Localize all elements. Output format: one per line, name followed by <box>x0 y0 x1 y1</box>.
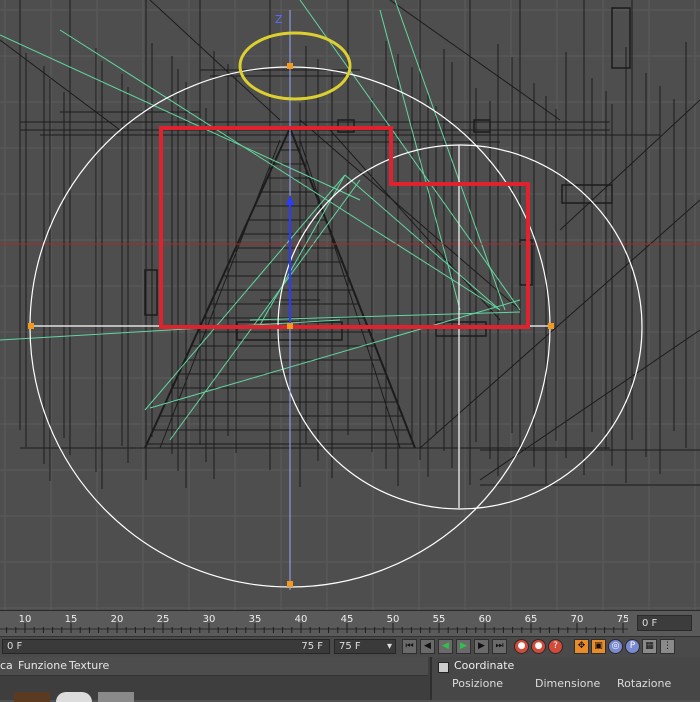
spline-line <box>344 174 501 311</box>
material-manager: ca Funzione Texture <box>0 657 428 702</box>
timeline-ticks: 10 15 20 25 30 35 40 45 50 55 60 65 70 75 <box>0 614 628 633</box>
wire-box <box>144 269 158 316</box>
play-icon: ▶ <box>460 641 467 651</box>
auto-key-icon: ● <box>534 641 543 651</box>
material-menu-bar: ca Funzione Texture <box>0 657 428 676</box>
coordinates-title: Coordinate <box>454 659 515 672</box>
play-backward-icon: ◀ <box>442 641 449 651</box>
wire-line <box>144 127 291 449</box>
key-rotation-button[interactable]: ◎ <box>608 639 623 654</box>
handle-point <box>548 323 554 329</box>
record-button[interactable]: ● <box>514 639 529 654</box>
wire-line <box>419 199 700 449</box>
timeline-range-slider[interactable]: 0 F 75 F <box>2 639 330 654</box>
viewport-grid <box>0 0 700 610</box>
dots-icon: ⋮ <box>663 641 672 651</box>
rotate-icon: ◎ <box>611 641 620 651</box>
column-rotazione: Rotazione <box>617 677 672 690</box>
timeline-tick-label: 40 <box>295 614 308 625</box>
menu-item-texture[interactable]: Texture <box>69 659 109 672</box>
end-frame-value: 75 F <box>301 641 323 652</box>
material-swatch[interactable] <box>56 692 92 702</box>
wire-line <box>479 329 700 481</box>
timeline-tick-label: 70 <box>571 614 584 625</box>
column-posizione: Posizione <box>452 677 504 690</box>
parameter-icon: P <box>629 641 636 651</box>
start-frame-value: 0 F <box>7 641 23 652</box>
timeline-tick-label: 10 <box>19 614 32 625</box>
material-swatch[interactable] <box>14 692 50 702</box>
playback-bar: 0 F 75 F 75 F ▾ ⏮ ◀ ◀ ▶ ▶ ⏭ ● ● ? ✥ ▣ ◎ … <box>0 636 700 657</box>
menu-item-funzione[interactable]: Funzione <box>18 659 67 672</box>
timeline-options-button[interactable]: ⋮ <box>660 639 675 654</box>
z-axis-arrow <box>286 195 294 205</box>
key-point-level-button[interactable]: ▦ <box>642 639 657 654</box>
key-scale-button[interactable]: ▣ <box>591 639 606 654</box>
timeline-tick-label: 50 <box>387 614 400 625</box>
timeline-ruler[interactable]: 10 15 20 25 30 35 40 45 50 55 60 65 70 75 0 F <box>0 610 700 637</box>
spline-line <box>144 174 346 411</box>
go-to-start-button[interactable]: ⏮ <box>402 639 417 654</box>
play-forward-button[interactable]: ▶ <box>456 639 471 654</box>
play-backward-button[interactable]: ◀ <box>438 639 453 654</box>
menu-item-file[interactable]: ca <box>0 659 13 672</box>
help-icon: ? <box>553 641 558 651</box>
handle-point <box>287 323 293 329</box>
3d-viewport[interactable]: Z <box>0 0 700 610</box>
move-icon: ✥ <box>577 641 586 651</box>
coordinates-panel: Coordinate Posizione Dimensione Rotazion… <box>430 657 700 700</box>
go-to-end-button[interactable]: ⏭ <box>492 639 507 654</box>
chevron-down-icon: ▾ <box>386 641 392 652</box>
previous-key-button[interactable]: ◀ <box>420 639 435 654</box>
highlight-ellipse <box>238 31 352 101</box>
record-icon: ● <box>517 641 526 651</box>
current-frame-value: 0 F <box>642 618 658 629</box>
spline-line <box>59 29 501 311</box>
timeline-tick-label: 25 <box>157 614 170 625</box>
timeline-tick-label: 65 <box>525 614 538 625</box>
timeline-tick-label: 35 <box>249 614 262 625</box>
scale-icon: ▣ <box>594 641 603 651</box>
skip-forward-icon: ⏭ <box>495 641 504 651</box>
step-forward-icon: ▶ <box>478 641 485 651</box>
material-swatch[interactable] <box>98 692 134 702</box>
z-axis-label: Z <box>275 13 283 26</box>
timeline-tick-label: 55 <box>433 614 446 625</box>
timeline-tick-label: 20 <box>111 614 124 625</box>
wire-box <box>611 7 631 69</box>
key-position-button[interactable]: ✥ <box>574 639 589 654</box>
bottom-panels: ca Funzione Texture Coordinate Posizione… <box>0 657 700 702</box>
wire-line <box>559 99 700 231</box>
timeline-tick-label: 45 <box>341 614 354 625</box>
coordinates-checkbox[interactable] <box>438 662 449 673</box>
column-dimensione: Dimensione <box>535 677 601 690</box>
timeline-tick-label: 30 <box>203 614 216 625</box>
handle-point <box>287 63 293 69</box>
next-key-button[interactable]: ▶ <box>474 639 489 654</box>
step-back-icon: ◀ <box>424 641 431 651</box>
timeline-tick-label: 15 <box>65 614 78 625</box>
handle-point <box>287 581 293 587</box>
max-frame-field[interactable]: 75 F ▾ <box>334 639 396 654</box>
spline-line <box>299 0 521 311</box>
current-frame-field[interactable]: 0 F <box>637 615 692 631</box>
max-frame-value: 75 F <box>339 641 361 652</box>
key-parameter-button[interactable]: P <box>625 639 640 654</box>
keyframe-selection-button[interactable]: ? <box>548 639 563 654</box>
timeline-tick-label: 60 <box>479 614 492 625</box>
timeline-tick-label: 75 <box>617 614 628 625</box>
auto-key-button[interactable]: ● <box>531 639 546 654</box>
grid-icon: ▦ <box>645 641 654 651</box>
wireframe-scene[interactable]: Z <box>0 0 700 610</box>
skip-back-icon: ⏮ <box>405 641 414 651</box>
handle-point <box>28 323 34 329</box>
